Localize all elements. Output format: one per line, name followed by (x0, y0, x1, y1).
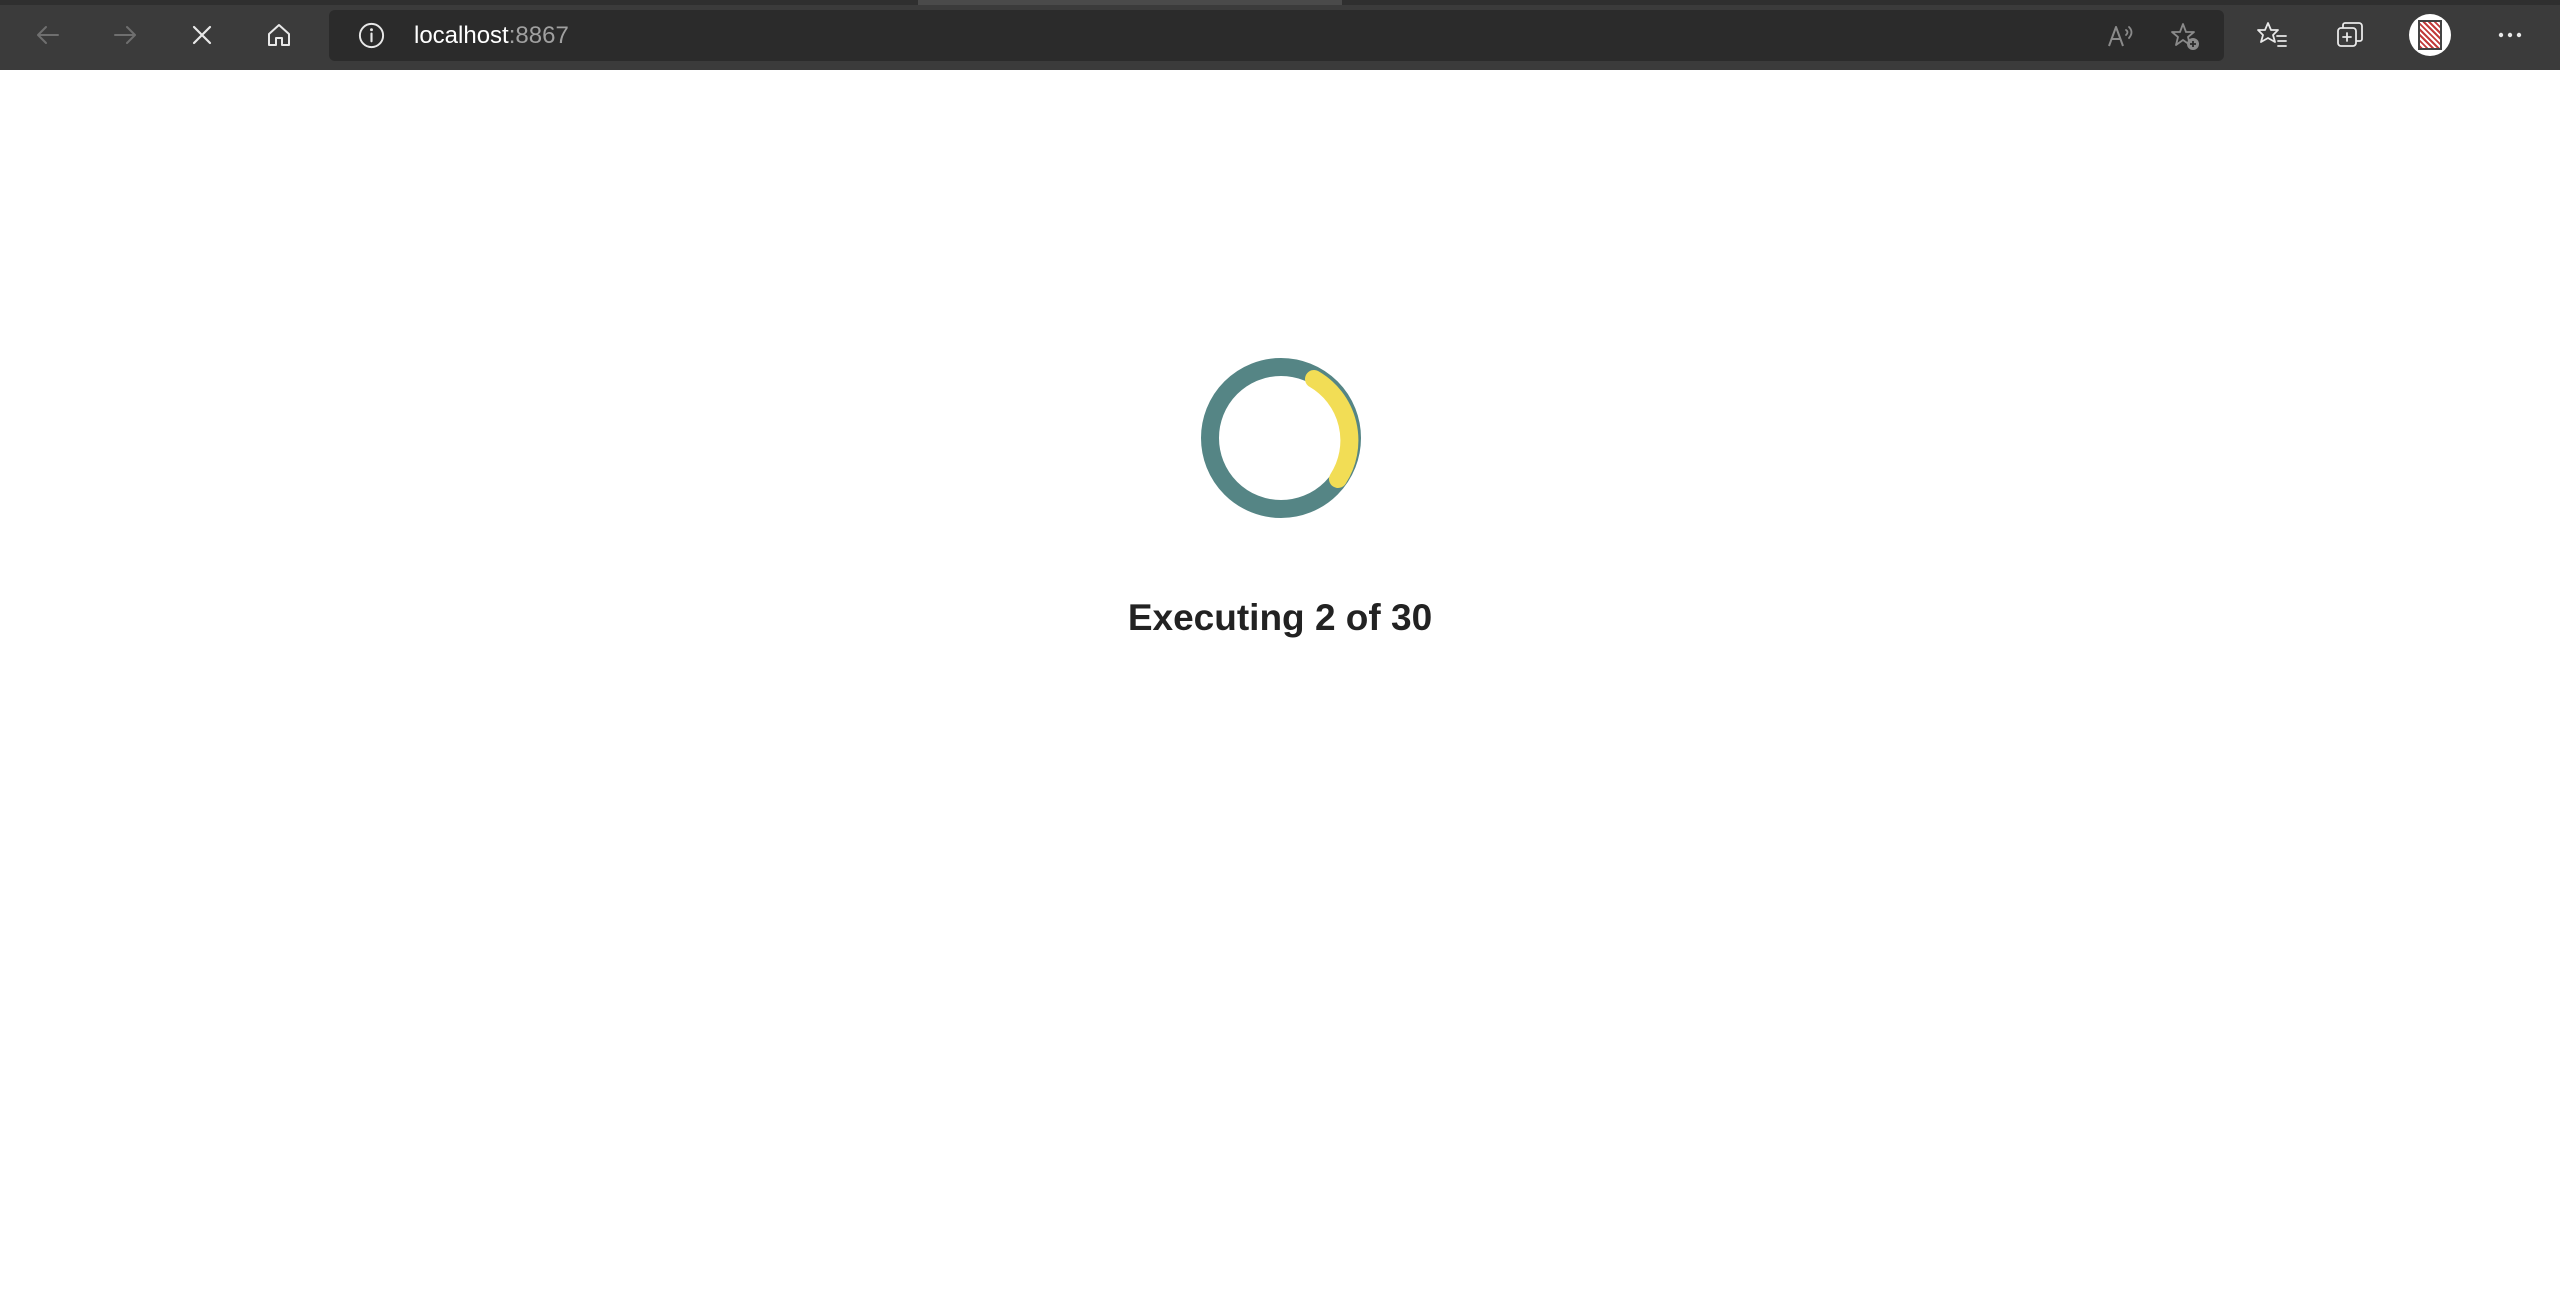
loading-spinner (1201, 358, 1361, 518)
favorites-icon (2257, 22, 2287, 47)
add-favorite-icon (2171, 23, 2199, 50)
stop-button[interactable] (178, 12, 226, 58)
tab-strip (0, 0, 2560, 5)
read-aloud-button[interactable] (2105, 20, 2137, 52)
more-button[interactable] (2486, 12, 2534, 58)
forward-button[interactable] (101, 12, 149, 58)
execution-status-text: Executing 2 of 30 (1127, 597, 1433, 638)
profile-picture (2418, 20, 2442, 50)
browser-toolbar: localhost:8867 (0, 0, 2560, 70)
url-text[interactable]: localhost:8867 (414, 23, 569, 49)
url-host: localhost (414, 22, 509, 49)
close-icon (192, 25, 212, 45)
url-port: :8867 (508, 22, 569, 49)
page-content (0, 70, 2560, 1300)
forward-arrow-icon (114, 26, 136, 44)
home-icon (268, 24, 290, 46)
address-bar[interactable]: localhost:8867 (329, 10, 2224, 61)
home-button[interactable] (255, 12, 303, 58)
collections-button[interactable] (2326, 12, 2374, 58)
favorites-button[interactable] (2248, 12, 2296, 58)
back-arrow-icon (37, 26, 59, 44)
active-tab-indicator[interactable] (918, 0, 1342, 5)
add-favorite-button[interactable] (2169, 20, 2201, 52)
back-button[interactable] (24, 12, 72, 58)
avatar[interactable] (2409, 14, 2451, 56)
more-icon (2498, 32, 2522, 38)
read-aloud-icon (2108, 26, 2133, 47)
collections-icon (2337, 22, 2363, 47)
info-icon[interactable] (357, 21, 386, 50)
